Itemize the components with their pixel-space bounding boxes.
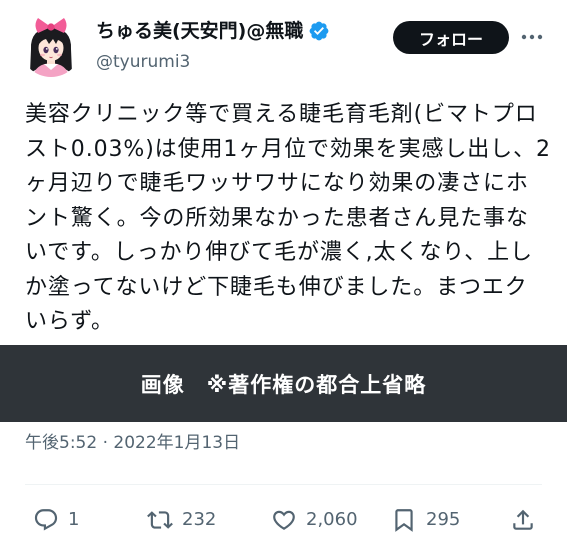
tweet-text-line: いです。しっかり伸びて毛が濃く,太くなり、上し (25, 240, 533, 265)
reply-icon (33, 507, 59, 533)
tweet-text-line: か塗ってないけど下睫毛も伸びました。まつエク (25, 274, 528, 300)
more-horizontal-icon[interactable] (517, 25, 547, 49)
bookmark-button[interactable]: 295 (391, 507, 460, 533)
avatar[interactable] (20, 15, 82, 77)
tweet-text-line: スト0.03%)は使用1ヶ月位で効果を実感し出し、2 (25, 136, 551, 162)
author-handle[interactable]: @tyurumi3 (96, 50, 190, 74)
tweet-text-line: いらず。 (25, 309, 114, 334)
tweet-text: 美容クリニック等で買える睫毛育毛剤(ビマトプロ スト0.03%)は使用1ヶ月位で… (25, 98, 555, 340)
divider (25, 484, 542, 485)
tweet-text-line: 美容クリニック等で買える睫毛育毛剤(ビマトプロ (25, 102, 538, 127)
tweet-timestamp[interactable]: 午後5:52 · 2022年1月13日 (25, 431, 240, 455)
retweet-count: 232 (182, 509, 217, 530)
reply-button[interactable]: 1 (33, 507, 79, 533)
author-name-row: ちゅる美(天安門)@無職 (96, 17, 330, 45)
bookmark-icon (391, 507, 417, 533)
verified-badge-icon (308, 20, 330, 42)
share-icon (510, 507, 536, 533)
retweet-icon (147, 507, 173, 533)
tweet-text-line: ント驚く。今の所効果なかった患者さん見た事な (25, 205, 529, 231)
media-placeholder-label: 画像 ※著作権の都合上省略 (140, 372, 427, 397)
like-count: 2,060 (306, 509, 358, 530)
reply-count: 1 (68, 509, 80, 530)
bookmark-count: 295 (426, 509, 461, 530)
follow-button[interactable]: フォロー (393, 21, 509, 54)
share-button[interactable] (510, 507, 536, 533)
like-button[interactable]: 2,060 (271, 507, 358, 533)
tweet-text-line: ヶ月辺りで睫毛ワッサワサになり効果の凄さにホ (25, 171, 529, 196)
retweet-button[interactable]: 232 (147, 507, 216, 533)
anime-girl-avatar (20, 15, 82, 77)
media-placeholder-banner: 画像 ※著作権の都合上省略 (0, 345, 567, 422)
heart-icon (271, 507, 297, 533)
display-name[interactable]: ちゅる美(天安門)@無職 (96, 17, 303, 45)
